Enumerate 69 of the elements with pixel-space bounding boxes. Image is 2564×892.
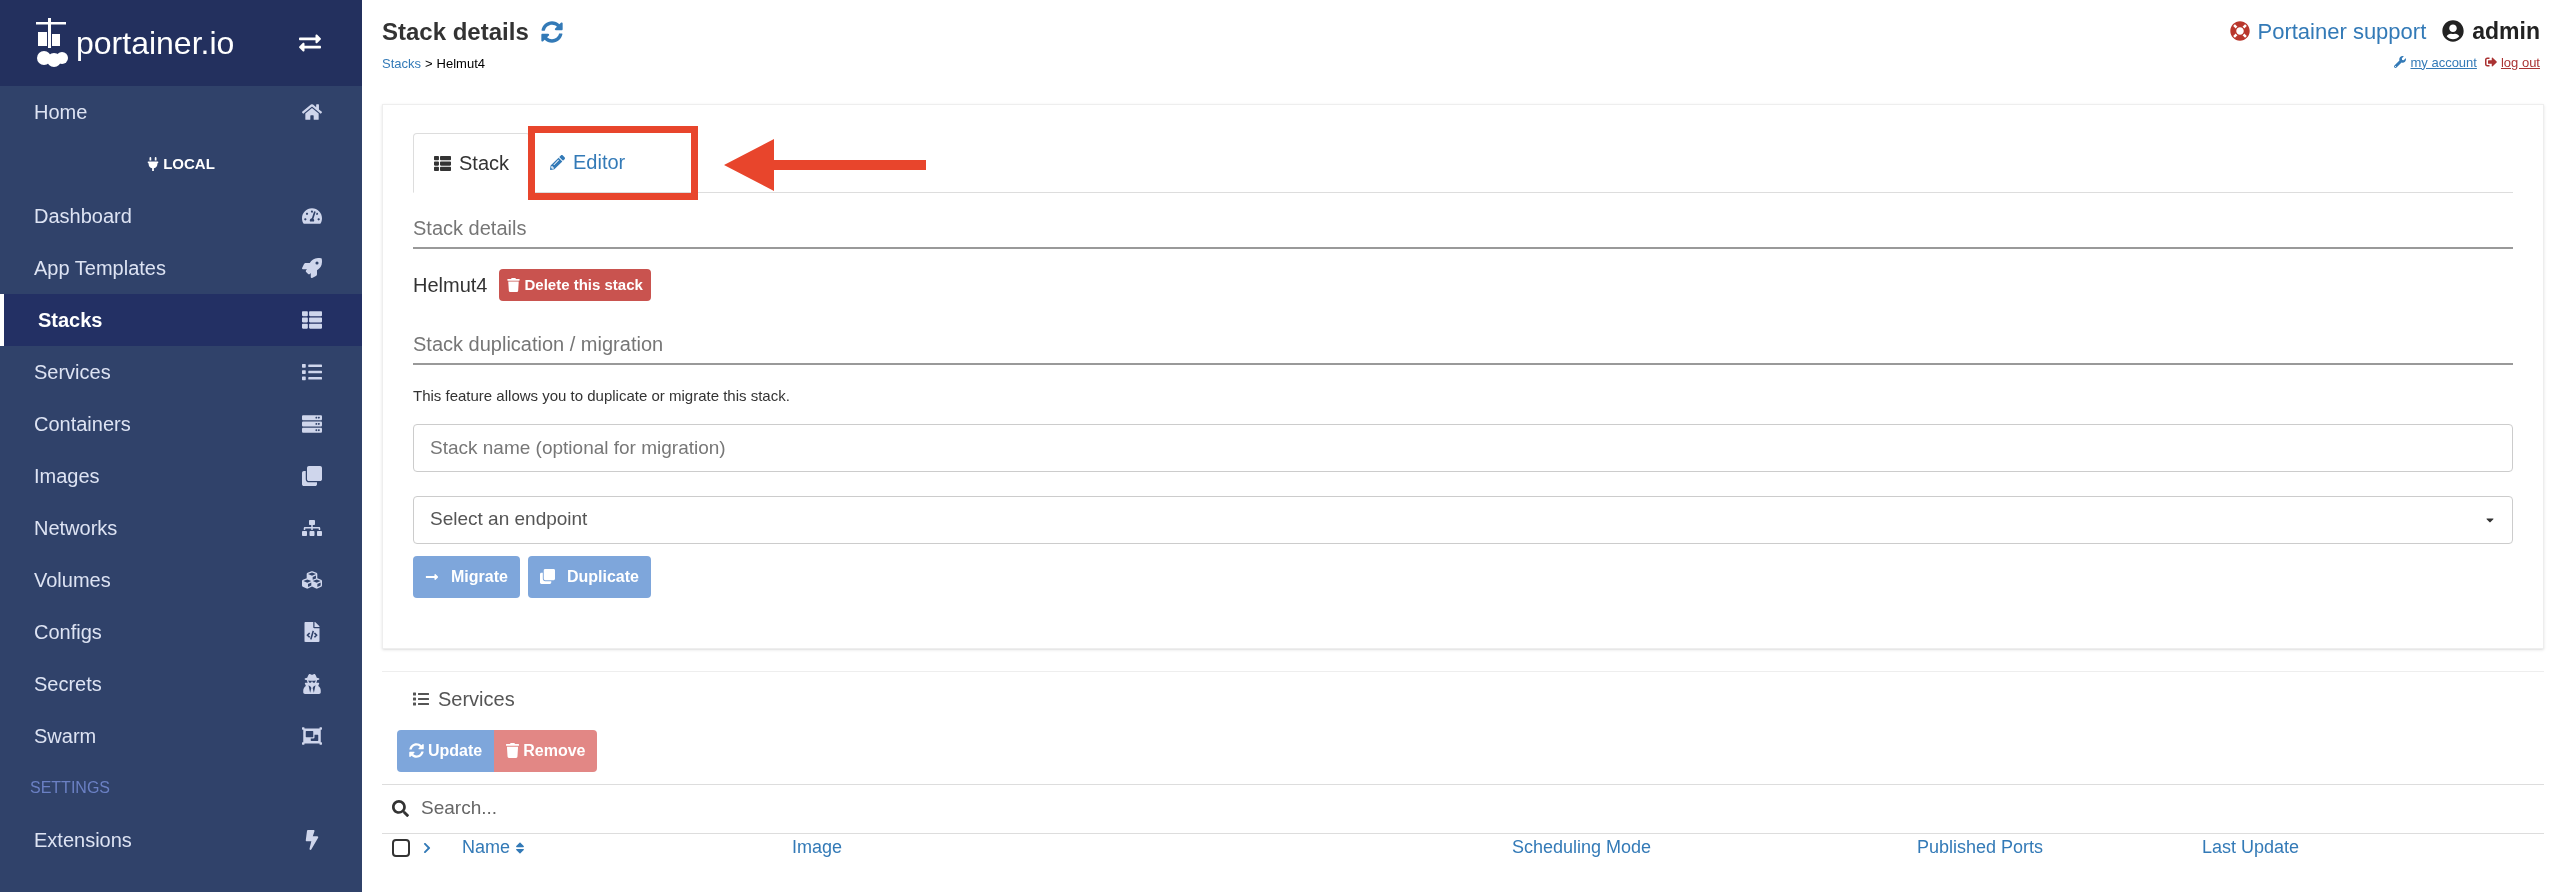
sidebar-item[interactable]: Images [0, 450, 362, 502]
tab[interactable]: Editor [530, 132, 646, 192]
gauge-icon [302, 206, 322, 226]
home-icon [302, 102, 322, 122]
description-text: This feature allows you to duplicate or migrate this stack. [413, 386, 791, 406]
support-link[interactable]: Portainer support [2229, 14, 2427, 48]
sidebar-item[interactable]: App Templates [0, 242, 362, 294]
breadcrumb-separator: > [425, 55, 433, 73]
breadcrumb-current: Helmut4 [436, 55, 486, 73]
sidebar-item[interactable]: Extensions [0, 814, 362, 866]
refresh-icon[interactable] [540, 21, 563, 43]
code-file-icon [302, 622, 322, 642]
sitemap-icon [302, 518, 322, 538]
column-header[interactable]: Scheduling Mode [1512, 834, 1917, 861]
copy-icon [302, 466, 322, 486]
list-icon [412, 690, 430, 707]
account-link[interactable]: my account [2394, 52, 2477, 72]
section-heading: Stack duplication / migration [413, 333, 664, 355]
endpoint-label: LOCAL [163, 153, 215, 174]
tab[interactable]: Stack [413, 133, 531, 193]
list-icon [302, 362, 322, 382]
copy-icon [539, 569, 555, 584]
sign-out-icon [2484, 56, 2497, 69]
logo-text: portainer.io [76, 24, 235, 63]
list-icon [302, 310, 322, 330]
page-title: Stack details [382, 17, 529, 47]
stack-name-field[interactable]: Stack name (optional for migration) [413, 423, 2513, 472]
breadcrumb-link[interactable]: Stacks [382, 54, 421, 74]
object-group-icon [302, 726, 322, 746]
chevron-icon[interactable] [422, 841, 432, 854]
column-header[interactable]: Published Ports [1917, 834, 2202, 861]
sidebar-item[interactable]: Stacks [0, 294, 362, 346]
endpoint-select[interactable]: Select an endpoint [413, 495, 2513, 544]
sidebar-item[interactable]: Configs [0, 606, 362, 658]
rocket-icon [302, 258, 322, 278]
sidebar-item[interactable]: Home [0, 86, 362, 138]
cubes-icon [302, 570, 322, 590]
checkbox[interactable] [392, 838, 410, 857]
trash-icon [506, 743, 520, 758]
sidebar-item[interactable]: Volumes [0, 554, 362, 606]
sidebar-item[interactable]: Containers [0, 398, 362, 450]
swap-icon[interactable] [298, 32, 322, 54]
delete-button[interactable]: Delete this stack [499, 269, 651, 301]
list-icon [434, 154, 451, 172]
column-header[interactable]: Image [792, 834, 1512, 861]
plug-icon [147, 157, 160, 171]
logout-link[interactable]: log out [2484, 52, 2540, 72]
secret-agent-icon [302, 674, 322, 694]
search-field[interactable]: Search... [421, 794, 2534, 823]
user-icon [2442, 20, 2465, 43]
column-header[interactable]: Last Update [2202, 834, 2300, 861]
sidebar-item[interactable]: Networks [0, 502, 362, 554]
sidebar-item[interactable]: Dashboard [0, 190, 362, 242]
section-heading: Stack details [413, 217, 527, 239]
column-header[interactable]: Name [462, 834, 792, 861]
wrench-icon [2394, 56, 2407, 69]
user-name: admin [2472, 17, 2540, 46]
section-heading: SETTINGS [30, 778, 110, 798]
sidebar-item[interactable]: Secrets [0, 658, 362, 710]
sidebar-item[interactable]: Swarm [0, 710, 362, 762]
stack-name: Helmut4 [413, 273, 488, 298]
trash-icon [507, 278, 521, 292]
lifebuoy-icon [2229, 21, 2250, 42]
server-icon [302, 414, 322, 434]
search-icon [392, 800, 409, 817]
card-title: Services [438, 686, 515, 712]
sidebar-item[interactable]: Services [0, 346, 362, 398]
pencil-icon [550, 154, 566, 170]
refresh-icon [409, 743, 424, 758]
